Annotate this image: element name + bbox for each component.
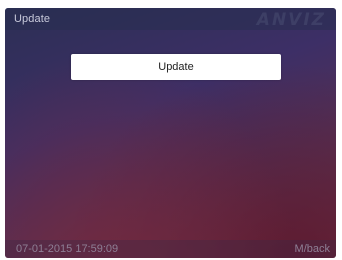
status-bar: 07-01-2015 17:59:09 M/back [5, 240, 336, 258]
datetime-display: 07-01-2015 17:59:09 [16, 243, 119, 255]
screen-title: Update [14, 13, 51, 25]
device-screen: Update ANVIZ Update 07-01-2015 17:59:09 … [5, 8, 336, 258]
title-bar: Update ANVIZ [5, 8, 336, 30]
back-hint: M/back [294, 243, 330, 255]
update-button[interactable]: Update [71, 54, 281, 80]
brand-logo: ANVIZ [256, 10, 326, 30]
